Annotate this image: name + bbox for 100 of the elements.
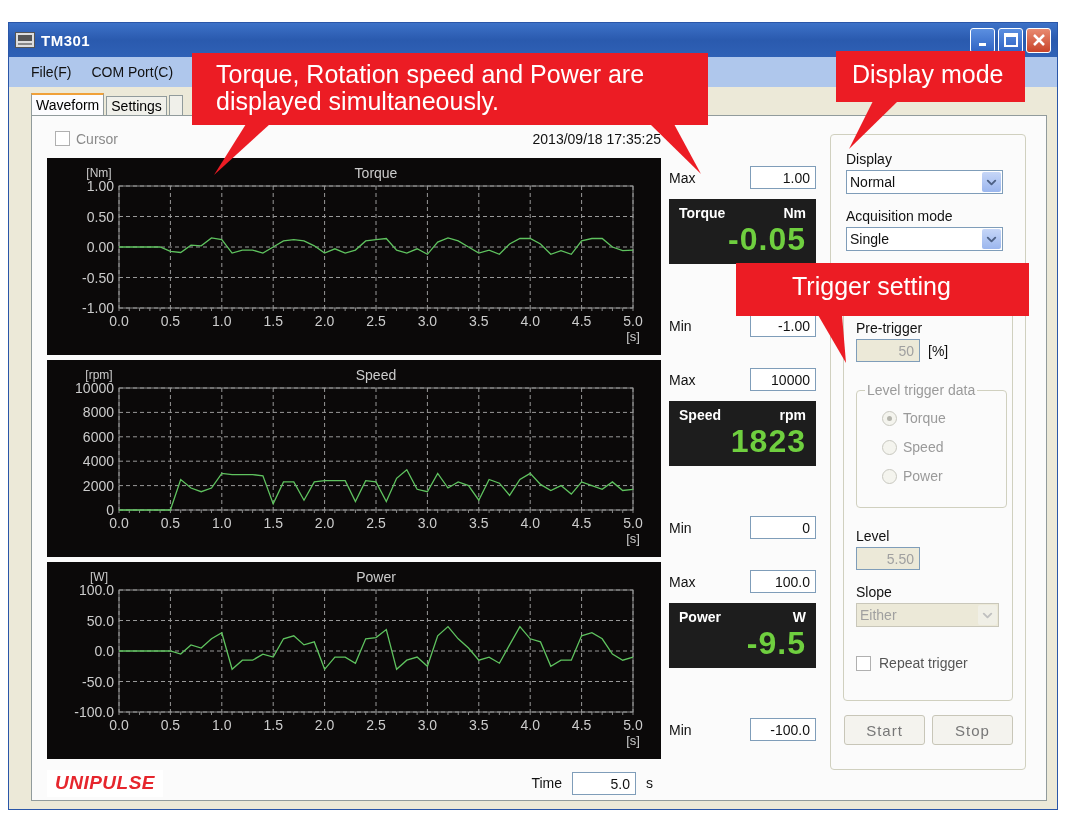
tick-label: 6000 xyxy=(82,428,114,445)
min-field[interactable]: -100.0 xyxy=(750,718,816,741)
axis-unit: [rpm] xyxy=(85,368,113,382)
tick-label: 0.50 xyxy=(86,208,114,225)
tick-label: 1.5 xyxy=(263,515,283,531)
tick-label: 2.5 xyxy=(366,313,386,329)
dropdown[interactable]: Single xyxy=(846,227,1003,251)
chart-title: Speed xyxy=(355,367,397,383)
tick-label: 2.5 xyxy=(366,717,386,733)
callout-pointer xyxy=(849,101,898,149)
menu-item[interactable]: COM Port(C) xyxy=(91,64,174,80)
company-logo: UNIPULSE xyxy=(47,769,163,797)
chevron-down-icon xyxy=(982,229,1001,249)
unit-label: rpm xyxy=(779,407,806,423)
channel-name: Torque xyxy=(679,205,726,221)
close-button[interactable] xyxy=(1026,27,1051,53)
checkbox[interactable] xyxy=(856,655,871,671)
timestamp: 2013/09/18 17:35:25 xyxy=(532,130,661,147)
tick-label: 4.5 xyxy=(571,313,592,329)
tick-label: -50.0 xyxy=(82,673,114,690)
tick-label: 3.0 xyxy=(417,515,438,531)
tick-label: 0.5 xyxy=(160,515,181,531)
menu-item[interactable]: File(F) xyxy=(31,64,72,80)
max-field[interactable]: 10000 xyxy=(750,368,816,391)
tick-label: 1.5 xyxy=(263,313,283,329)
tick-label: 4.0 xyxy=(520,313,540,329)
chart-title: Torque xyxy=(354,165,398,181)
tick-label: 5.0 xyxy=(623,515,643,531)
tick-label: -0.50 xyxy=(82,269,114,286)
tick-label: 0.00 xyxy=(86,239,114,255)
field-label: Pre-trigger xyxy=(856,320,924,336)
max-field[interactable]: 100.0 xyxy=(750,570,816,593)
tick-label: 1.0 xyxy=(212,515,232,531)
tick-label: 0.0 xyxy=(94,643,114,659)
tab[interactable]: Settings xyxy=(106,96,167,115)
unit-label: [%] xyxy=(928,342,949,359)
tick-label: 1.0 xyxy=(212,313,232,329)
tick-label: 3.5 xyxy=(469,313,489,329)
reading-value: -9.5 xyxy=(746,625,806,661)
chart-title: Power xyxy=(356,569,396,585)
window-title: TM301 xyxy=(41,31,91,49)
time-label: Time xyxy=(531,775,562,791)
close-icon xyxy=(1031,33,1046,47)
unit-label: Nm xyxy=(783,205,806,221)
axis-unit: [s] xyxy=(626,329,640,344)
min-field[interactable]: 0 xyxy=(750,516,816,539)
tick-label: 2.5 xyxy=(366,515,386,531)
dropdown[interactable]: Normal xyxy=(846,170,1003,194)
checkbox-label: Cursor xyxy=(76,130,118,147)
callout-pointer xyxy=(818,315,846,363)
max-label: Max xyxy=(669,573,696,590)
tick-label: 4.0 xyxy=(520,515,540,531)
action-button[interactable]: Start xyxy=(844,715,925,745)
tick-label: 2.0 xyxy=(314,313,335,329)
field-label: Acquisition mode xyxy=(846,208,954,224)
tick-label: 8000 xyxy=(82,404,114,421)
tick-label: 1.0 xyxy=(212,717,232,733)
tick-label: 5.0 xyxy=(623,313,643,329)
min-label: Min xyxy=(669,721,692,738)
field-label: Slope xyxy=(856,584,893,600)
tick-label: 4.5 xyxy=(571,717,592,733)
tick-label: 5.0 xyxy=(623,717,643,733)
min-label: Min xyxy=(669,317,692,334)
axis-unit: [s] xyxy=(626,733,640,748)
tick-label: 0.0 xyxy=(109,515,129,531)
tick-label: 4000 xyxy=(82,453,114,470)
reading-value: 1823 xyxy=(730,423,806,459)
min-field[interactable]: -1.00 xyxy=(750,314,816,337)
app-icon xyxy=(15,32,35,48)
tick-label: 50.0 xyxy=(86,612,114,629)
minimize-icon xyxy=(979,42,986,46)
tick-label: 0.5 xyxy=(160,313,181,329)
maximize-button[interactable] xyxy=(998,27,1023,53)
tick-label: 4.5 xyxy=(571,515,592,531)
tick-label: 4.0 xyxy=(520,717,540,733)
checkbox[interactable] xyxy=(55,131,70,146)
channel-name: Power xyxy=(679,609,721,625)
action-button[interactable]: Stop xyxy=(932,715,1013,745)
reading-value: -0.05 xyxy=(728,221,806,257)
radio-label: Speed xyxy=(903,439,944,455)
callout-pointer xyxy=(214,124,270,175)
minimize-button[interactable] xyxy=(970,27,995,53)
tick-label: 0 xyxy=(106,502,114,518)
radio-label: Torque xyxy=(903,410,946,426)
tab[interactable] xyxy=(168,95,183,115)
unit-label: s xyxy=(646,775,653,791)
tick-label: 3.0 xyxy=(417,717,438,733)
field-label: Level xyxy=(856,528,891,544)
radio-label: Power xyxy=(903,468,943,484)
tab[interactable]: Waveform xyxy=(31,93,105,115)
tick-label: 0.5 xyxy=(160,717,181,733)
unit-label: W xyxy=(792,609,806,625)
axis-unit: [Nm] xyxy=(86,166,112,180)
tick-label: 3.0 xyxy=(417,313,438,329)
max-field[interactable]: 1.00 xyxy=(750,166,816,189)
tick-label: 2.0 xyxy=(314,515,335,531)
time-field[interactable]: 5.0 xyxy=(572,771,636,795)
max-label: Max xyxy=(669,169,696,186)
tick-label: 0.0 xyxy=(109,313,129,329)
chevron-down-icon xyxy=(978,605,997,625)
